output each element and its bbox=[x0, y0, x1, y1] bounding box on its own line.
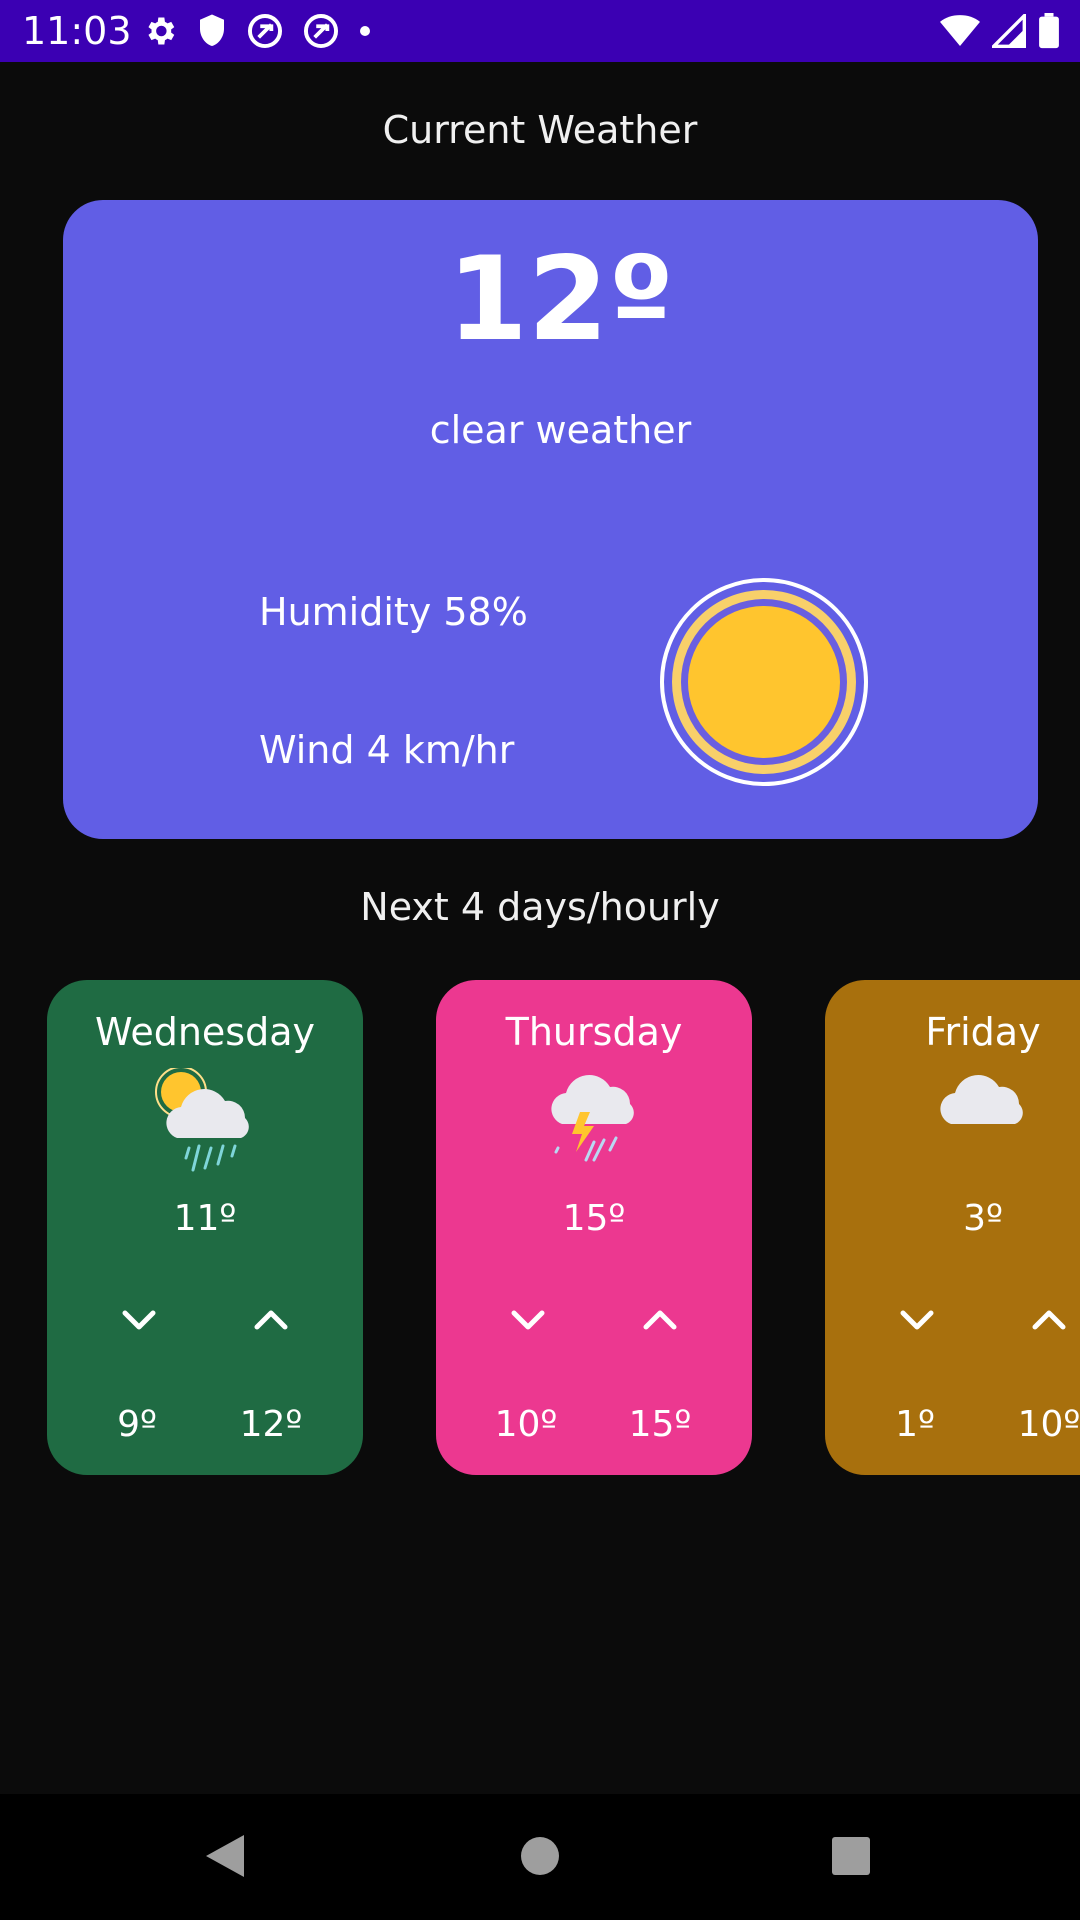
chevron-down-icon bbox=[897, 1300, 937, 1344]
gear-icon bbox=[142, 13, 178, 49]
chevron-up-icon bbox=[251, 1300, 291, 1344]
back-triangle-icon[interactable] bbox=[202, 1832, 248, 1880]
home-circle-icon[interactable] bbox=[520, 1832, 560, 1880]
forecast-card-thursday[interactable]: Thursday 15º 10º 15º bbox=[436, 980, 752, 1475]
status-bar: 11:03 bbox=[0, 0, 1080, 62]
recents-square-icon[interactable] bbox=[830, 1832, 872, 1880]
chevron-down-icon bbox=[508, 1300, 548, 1344]
sun-icon bbox=[658, 576, 870, 792]
chevron-up-icon bbox=[1029, 1300, 1069, 1344]
current-weather-title: Current Weather bbox=[382, 108, 698, 152]
shield-icon bbox=[196, 13, 228, 49]
day-name: Wednesday bbox=[94, 1010, 315, 1054]
notification-icons bbox=[142, 10, 390, 52]
day-temperature: 11º bbox=[173, 1198, 237, 1239]
low-temperature: 1º bbox=[895, 1404, 935, 1445]
day-name: Thursday bbox=[505, 1010, 683, 1054]
low-temperature: 9º bbox=[117, 1404, 157, 1445]
chevron-down-icon bbox=[119, 1300, 159, 1344]
high-temperature: 10º bbox=[1017, 1404, 1080, 1445]
humidity-value: Humidity 58% bbox=[259, 590, 528, 634]
signal-icon bbox=[992, 14, 1026, 48]
sun-cloud-rain-icon bbox=[155, 1066, 255, 1184]
weather-condition: clear weather bbox=[429, 408, 692, 452]
current-weather-card: 12º clear weather Humidity 58% Wind 4 km… bbox=[63, 200, 1038, 839]
low-temperature: 10º bbox=[494, 1404, 558, 1445]
forecast-title: Next 4 days/hourly bbox=[360, 885, 720, 929]
forecast-card-friday[interactable]: Friday 3º 1º 10º bbox=[825, 980, 1080, 1475]
system-icons bbox=[928, 10, 1060, 52]
thunderstorm-icon bbox=[544, 1068, 644, 1184]
chevron-up-icon bbox=[640, 1300, 680, 1344]
high-temperature: 15º bbox=[628, 1404, 692, 1445]
cloud-icon bbox=[933, 1068, 1033, 1184]
navigation-bar bbox=[0, 1794, 1080, 1920]
dot-icon bbox=[358, 24, 372, 38]
wind-value: Wind 4 km/hr bbox=[259, 728, 515, 772]
current-temperature: 12º bbox=[447, 232, 674, 367]
day-temperature: 3º bbox=[963, 1198, 1003, 1239]
wifi-icon bbox=[940, 14, 980, 48]
day-name: Friday bbox=[925, 1010, 1041, 1054]
forecast-card-wednesday[interactable]: Wednesday 11º 9º 12º bbox=[47, 980, 363, 1475]
status-time: 11:03 bbox=[22, 9, 132, 53]
day-temperature: 15º bbox=[562, 1198, 626, 1239]
battery-icon bbox=[1038, 13, 1060, 49]
at-sign-icon bbox=[246, 12, 284, 50]
at-sign-icon bbox=[302, 12, 340, 50]
high-temperature: 12º bbox=[239, 1404, 303, 1445]
forecast-carousel[interactable]: Wednesday 11º 9º 12º Thursday 15º 10º 15… bbox=[0, 980, 1080, 1475]
